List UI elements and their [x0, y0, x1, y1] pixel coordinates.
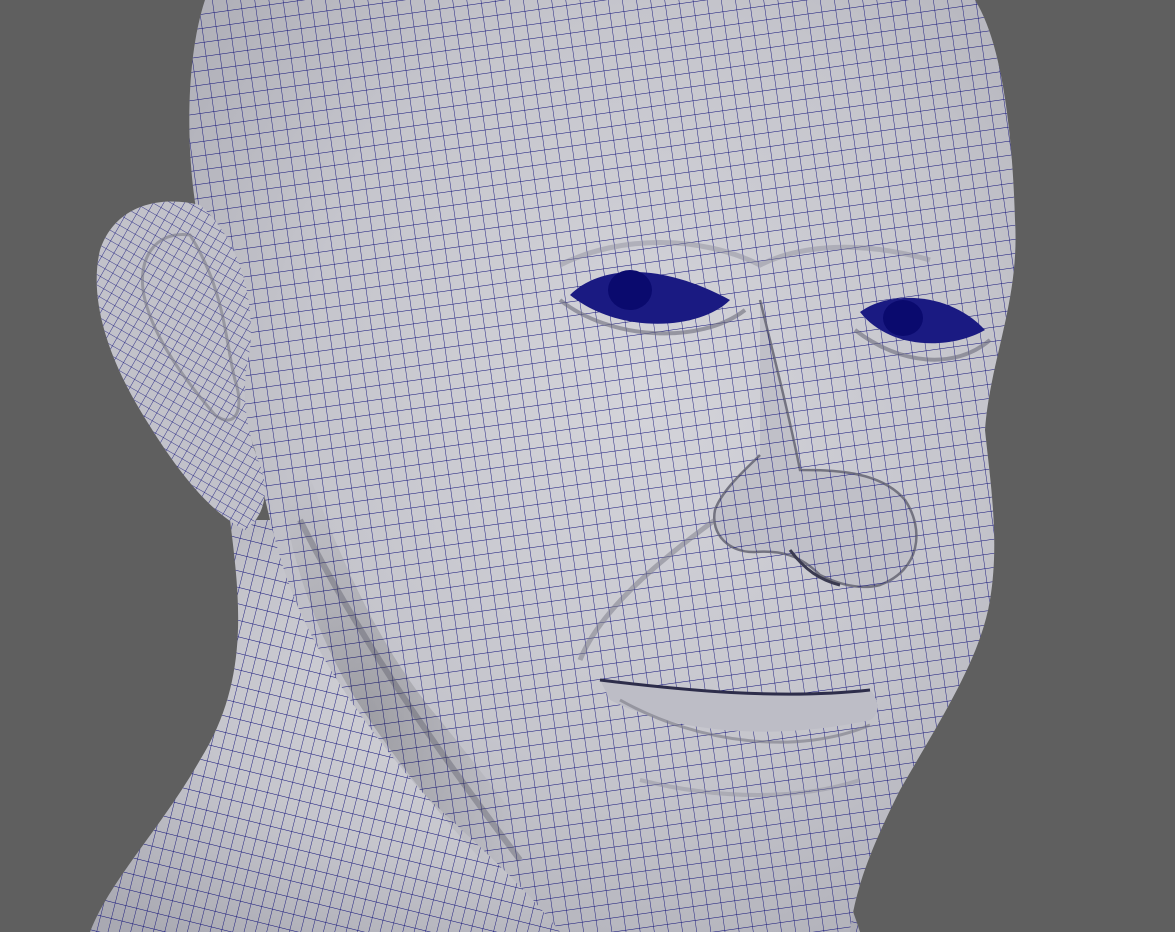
3d-viewport[interactable] — [0, 0, 1175, 932]
viewport-canvas[interactable] — [0, 0, 1175, 932]
head-mesh[interactable] — [90, 0, 1016, 932]
